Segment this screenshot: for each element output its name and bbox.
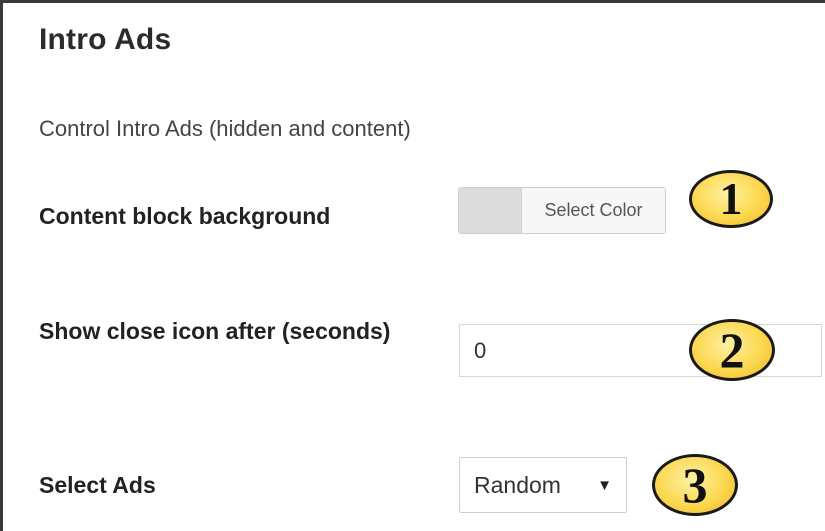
select-ads-label: Select Ads [39, 472, 156, 498]
intro-ads-panel: Intro Ads Control Intro Ads (hidden and … [0, 0, 825, 531]
color-picker[interactable]: Select Color [458, 187, 666, 234]
select-color-button[interactable]: Select Color [522, 188, 665, 233]
number-badge-1: 1 [689, 170, 773, 228]
select-ads-value: Random [474, 471, 561, 498]
number-badge-2: 2 [689, 319, 775, 381]
section-description: Control Intro Ads (hidden and content) [39, 116, 411, 141]
content-block-background-label: Content block background [39, 203, 331, 229]
number-badge-3: 3 [652, 454, 738, 516]
dropdown-arrow-icon: ▼ [597, 477, 612, 494]
close-icon-delay-label: Show close icon after (seconds) [39, 318, 391, 344]
color-swatch[interactable] [459, 188, 522, 233]
select-ads-dropdown[interactable]: Random ▼ [459, 457, 627, 513]
section-title: Intro Ads [39, 23, 172, 56]
